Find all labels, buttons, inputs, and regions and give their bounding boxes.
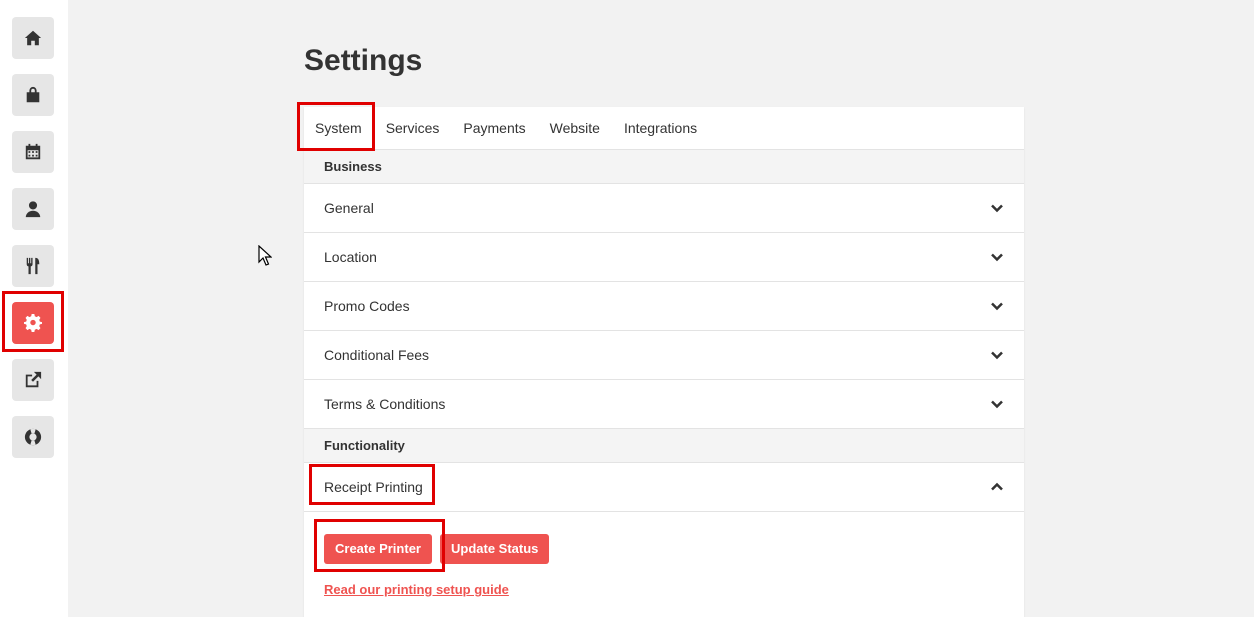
receipt-printing-body: Create Printer Update Status Read our pr… [304, 512, 1024, 597]
chevron-down-icon [990, 397, 1004, 411]
life-ring-icon [24, 428, 42, 446]
page-title: Settings [304, 44, 423, 77]
sidebar-item-settings[interactable] [12, 302, 54, 344]
accordion-promo-codes[interactable]: Promo Codes [304, 282, 1024, 331]
tab-system[interactable]: System [304, 107, 374, 150]
printing-guide-link[interactable]: Read our printing setup guide [324, 582, 1004, 597]
accordion-receipt-printing[interactable]: Receipt Printing [304, 463, 1024, 512]
tab-payments[interactable]: Payments [451, 107, 537, 150]
settings-panel: System Services Payments Website Integra… [304, 107, 1024, 617]
chevron-down-icon [990, 250, 1004, 264]
chevron-down-icon [990, 348, 1004, 362]
user-icon [25, 201, 41, 218]
update-status-button[interactable]: Update Status [439, 534, 550, 564]
sidebar [0, 0, 68, 617]
accordion-label: General [324, 200, 374, 216]
tab-integrations[interactable]: Integrations [612, 107, 709, 150]
chevron-down-icon [990, 299, 1004, 313]
accordion-conditional-fees[interactable]: Conditional Fees [304, 331, 1024, 380]
accordion-general[interactable]: General [304, 184, 1024, 233]
sidebar-item-external[interactable] [12, 359, 54, 401]
section-header-functionality: Functionality [304, 429, 1024, 463]
accordion-terms-conditions[interactable]: Terms & Conditions [304, 380, 1024, 429]
accordion-label: Terms & Conditions [324, 396, 446, 412]
shopping-bag-icon [26, 86, 40, 103]
sidebar-item-home[interactable] [12, 17, 54, 59]
calendar-icon [25, 143, 41, 160]
mouse-cursor-icon [258, 245, 272, 266]
accordion-label: Conditional Fees [324, 347, 430, 363]
accordion-label: Location [324, 249, 377, 265]
sidebar-item-menu[interactable] [12, 245, 54, 287]
tab-website[interactable]: Website [538, 107, 612, 150]
accordion-location[interactable]: Location [304, 233, 1024, 282]
home-icon [24, 30, 42, 46]
settings-tabs: System Services Payments Website Integra… [304, 107, 1024, 150]
chevron-down-icon [990, 201, 1004, 215]
section-header-business: Business [304, 150, 1024, 184]
sidebar-item-calendar[interactable] [12, 131, 54, 173]
utensils-icon [26, 257, 40, 275]
sidebar-item-orders[interactable] [12, 74, 54, 116]
accordion-label: Promo Codes [324, 298, 410, 314]
sidebar-item-help[interactable] [12, 416, 54, 458]
gear-icon [24, 314, 42, 332]
external-link-icon [25, 371, 42, 388]
sidebar-item-customers[interactable] [12, 188, 54, 230]
accordion-label: Receipt Printing [324, 479, 423, 495]
tab-services[interactable]: Services [374, 107, 452, 150]
create-printer-button[interactable]: Create Printer [324, 534, 432, 564]
chevron-up-icon [990, 480, 1004, 494]
